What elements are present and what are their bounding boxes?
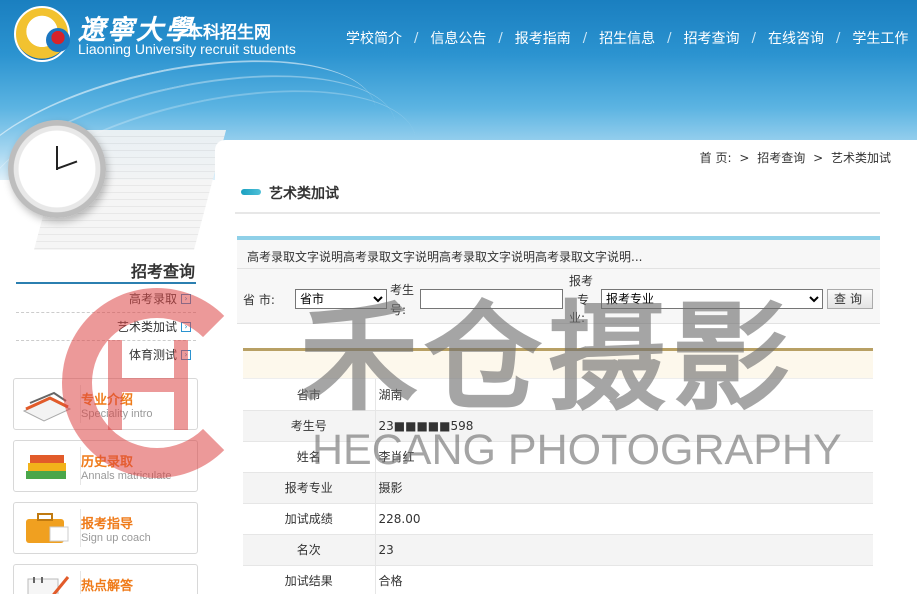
sidebar-title: 招考查询 (130, 262, 195, 281)
title-bullet-icon (241, 189, 261, 195)
table-row: 加试成绩 228.00 (243, 503, 873, 535)
row-key: 报考专业 (243, 472, 376, 504)
query-button[interactable]: 查询 (827, 289, 873, 309)
breadcrumb-separator: > (813, 151, 824, 165)
nav-item-admission-info[interactable]: 招生信息 (599, 28, 655, 48)
row-value: 23 (375, 534, 873, 566)
breadcrumb-separator: > (739, 151, 750, 165)
nav-item-consult[interactable]: 在线咨询 (768, 28, 824, 48)
notebook-pen-icon (27, 576, 70, 594)
stacked-books-icon (26, 455, 66, 479)
province-label: 省 市: (243, 293, 275, 307)
nav-separator: / (751, 30, 756, 46)
main-nav: 学校简介 / 信息公告 / 报考指南 / 招生信息 / 招考查询 / 在线咨询 … (346, 28, 908, 48)
logo-emblem-icon (46, 28, 70, 52)
nav-item-query[interactable]: 招考查询 (684, 28, 740, 48)
nav-item-announcements[interactable]: 信息公告 (430, 28, 486, 48)
university-logo-icon[interactable] (14, 6, 70, 62)
table-row: 加试结果 合格 (243, 565, 873, 594)
row-value: 合格 (375, 565, 873, 594)
card-subtitle: Sign up coach (81, 532, 151, 544)
breadcrumb-level1[interactable]: 招考查询 (757, 151, 805, 165)
table-row: 名次 23 (243, 534, 873, 566)
briefcase-icon (26, 513, 69, 543)
nav-separator: / (498, 30, 503, 46)
nav-separator: / (582, 30, 588, 46)
logo-subtitle[interactable]: 本科招生网 (186, 18, 271, 43)
nav-item-guide[interactable]: 报考指南 (515, 28, 571, 48)
nav-separator: / (835, 30, 841, 46)
breadcrumb-home[interactable]: 首 页: (700, 151, 732, 165)
row-key: 加试结果 (243, 565, 376, 594)
nav-separator: / (414, 30, 419, 46)
watermark-text: 禾仓摄影 (300, 289, 797, 427)
card-title: 热点解答 (81, 579, 134, 594)
page-title: 艺术类加试 (269, 186, 339, 202)
banner-illustration (0, 110, 227, 250)
logo-english: Liaoning University recruit students (78, 41, 296, 57)
card-faq[interactable]: 热点解答 (13, 564, 198, 594)
table-row: 报考专业 摄影 (243, 472, 873, 504)
watermark-text-en: HECANG PHOTOGRAPHY (312, 426, 842, 474)
card-coach[interactable]: 报考指导 Sign up coach (13, 502, 198, 554)
clock-hand (56, 160, 78, 170)
clock-icon (8, 120, 106, 218)
breadcrumb: 首 页: > 招考查询 > 艺术类加试 (698, 149, 893, 166)
row-key: 加试成绩 (243, 503, 376, 535)
row-value: 摄影 (375, 472, 873, 504)
card-title: 报考指导 (81, 517, 134, 532)
watermark-logo-icon (108, 340, 188, 430)
nav-item-about[interactable]: 学校简介 (346, 28, 402, 48)
row-value: 228.00 (375, 503, 873, 535)
nav-separator: / (667, 30, 672, 46)
nav-item-student-work[interactable]: 学生工作 (852, 28, 908, 48)
sidebar-title-underline (16, 282, 196, 284)
row-key: 名次 (243, 534, 376, 566)
breadcrumb-current: 艺术类加试 (830, 151, 891, 165)
panel-header: 艺术类加试 (235, 174, 880, 214)
